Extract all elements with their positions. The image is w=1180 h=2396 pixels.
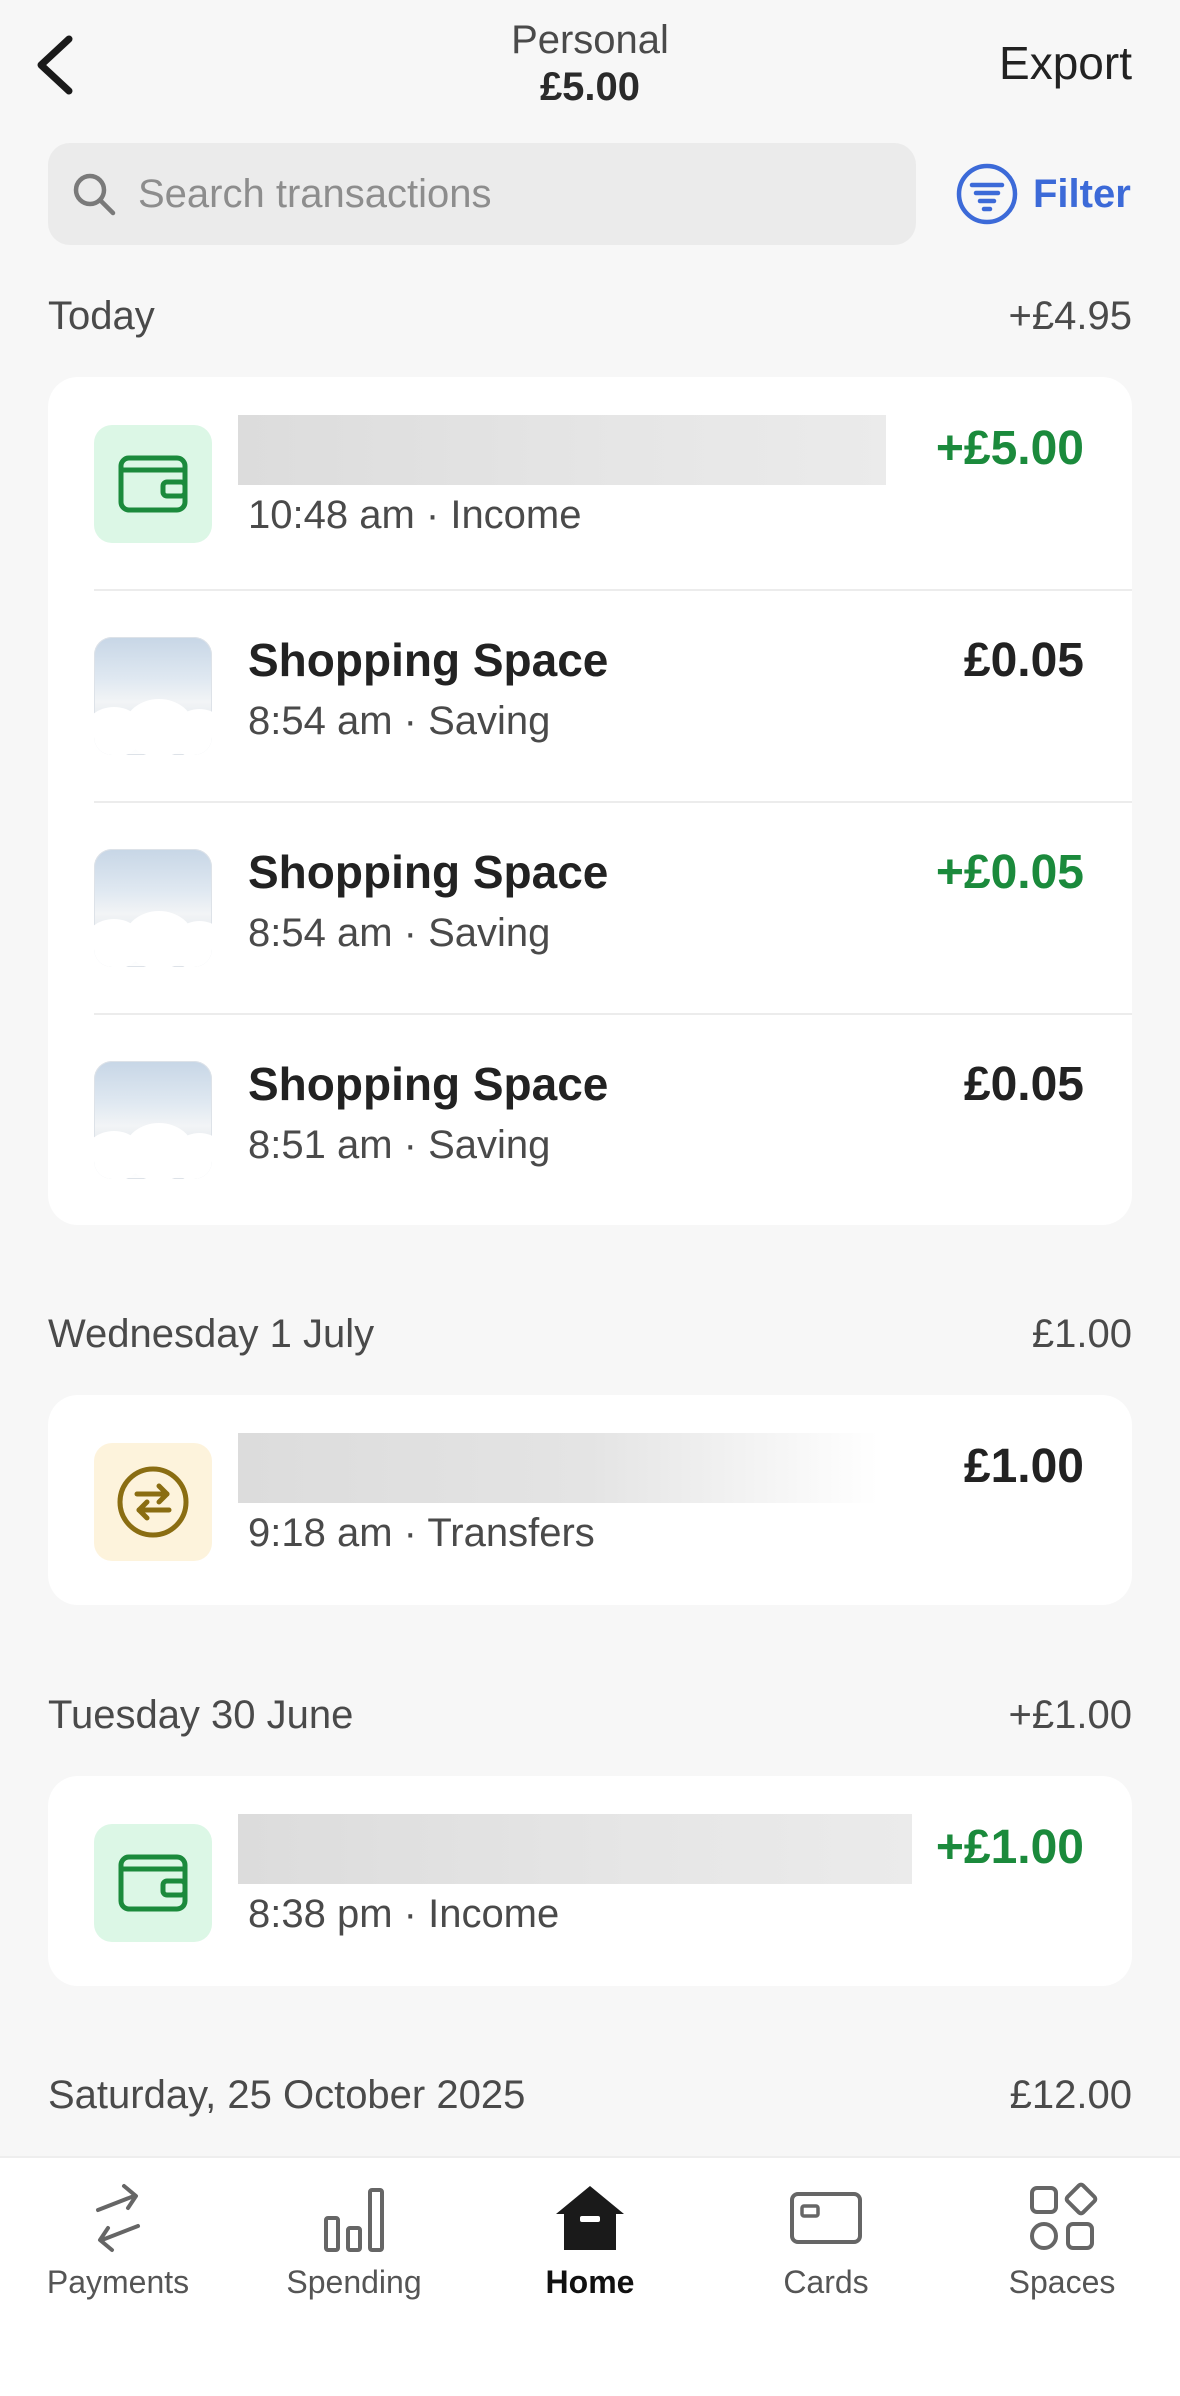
chevron-left-icon (37, 35, 73, 95)
nav-spaces[interactable]: Spaces (944, 2178, 1180, 2301)
nav-home[interactable]: Home (472, 2178, 708, 2301)
filter-button[interactable]: Filter (955, 160, 1131, 228)
clouds-image (94, 637, 212, 755)
transaction-row[interactable]: Shopping Space 8:54 am · Saving +£0.05 (48, 801, 1132, 1013)
wallet-icon (94, 1824, 212, 1942)
nav-label: Spaces (1008, 2264, 1116, 2300)
date-label: Saturday, 25 October 2025 (48, 2073, 526, 2117)
transaction-row[interactable]: Shopping Space 8:54 am · Saving £0.05 (48, 589, 1132, 801)
transaction-row[interactable]: Shopping Space 8:51 am · Saving £0.05 (48, 1013, 1132, 1225)
transaction-card: 9:18 am · Transfers £1.00 (48, 1395, 1132, 1605)
bar-chart-icon (324, 2188, 384, 2252)
transaction-amount: £0.05 (963, 634, 1084, 687)
clouds-image (94, 849, 212, 967)
transaction-title: Shopping Space (248, 846, 609, 898)
date-label: Tuesday 30 June (48, 1693, 354, 1737)
date-label: Wednesday 1 July (48, 1312, 375, 1356)
date-header: Tuesday 30 June +£1.00 (48, 1693, 1132, 1738)
redacted-name (238, 1433, 878, 1503)
nav-payments[interactable]: Payments (0, 2178, 236, 2301)
back-button[interactable] (20, 28, 90, 102)
filter-label: Filter (1033, 171, 1131, 216)
date-label: Today (48, 294, 155, 338)
transaction-amount: +£1.00 (935, 1821, 1084, 1874)
nav-cards[interactable]: Cards (708, 2178, 944, 2301)
home-icon (556, 2186, 624, 2250)
date-total: £12.00 (1009, 2073, 1132, 2117)
nav-label: Home (545, 2264, 635, 2300)
nav-label: Spending (286, 2264, 422, 2300)
date-header: Wednesday 1 July £1.00 (48, 1312, 1132, 1357)
date-total: £1.00 (1031, 1312, 1132, 1356)
nav-spending[interactable]: Spending (236, 2178, 472, 2301)
transaction-row[interactable]: 10:48 am · Income +£5.00 (48, 377, 1132, 589)
transaction-meta: 8:54 am · Saving (248, 911, 551, 955)
transaction-row[interactable]: 8:38 pm · Income +£1.00 (48, 1776, 1132, 1986)
date-header: Saturday, 25 October 2025 £12.00 (48, 2073, 1132, 2118)
export-button[interactable]: Export (999, 36, 1132, 90)
date-total: +£4.95 (1008, 294, 1132, 338)
payments-arrows-icon (96, 2184, 140, 2252)
top-bar: Personal £5.00 Export (0, 0, 1180, 130)
transaction-card: 8:38 pm · Income +£1.00 (48, 1776, 1132, 1986)
date-total: +£1.00 (1008, 1693, 1132, 1737)
date-header: Today +£4.95 (48, 294, 1132, 339)
transaction-title: Shopping Space (248, 634, 609, 686)
transaction-meta: 10:48 am · Income (248, 493, 582, 537)
wallet-icon (94, 425, 212, 543)
redacted-name (238, 1814, 912, 1884)
transaction-amount: +£0.05 (935, 846, 1084, 899)
filter-icon (956, 163, 1018, 225)
transaction-meta: 8:38 pm · Income (248, 1892, 560, 1936)
spaces-grid-icon (1030, 2182, 1098, 2250)
transaction-amount: £1.00 (963, 1440, 1084, 1493)
transaction-card: 10:48 am · Income +£5.00 Shopping Space … (48, 377, 1132, 1225)
account-name: Personal (511, 18, 669, 62)
search-icon (73, 173, 116, 216)
transfer-icon (94, 1443, 212, 1561)
search-input[interactable]: Search transactions (48, 143, 916, 245)
clouds-image (94, 1061, 212, 1179)
account-summary: Personal £5.00 (390, 16, 790, 110)
transaction-meta: 8:54 am · Saving (248, 699, 551, 743)
transaction-meta: 9:18 am · Transfers (248, 1511, 595, 1555)
nav-label: Payments (46, 2264, 190, 2300)
transaction-title: Shopping Space (248, 1058, 609, 1110)
transaction-meta: 8:51 am · Saving (248, 1123, 551, 1167)
nav-label: Cards (783, 2264, 869, 2300)
account-balance: £5.00 (539, 65, 641, 109)
card-icon (790, 2192, 862, 2244)
transaction-row[interactable]: 9:18 am · Transfers £1.00 (48, 1395, 1132, 1605)
transaction-amount: +£5.00 (935, 422, 1084, 475)
search-placeholder: Search transactions (138, 171, 492, 216)
bottom-nav: Payments Spending Home Cards Spaces (0, 2156, 1180, 2396)
redacted-name (238, 415, 886, 485)
transaction-amount: £0.05 (963, 1058, 1084, 1111)
